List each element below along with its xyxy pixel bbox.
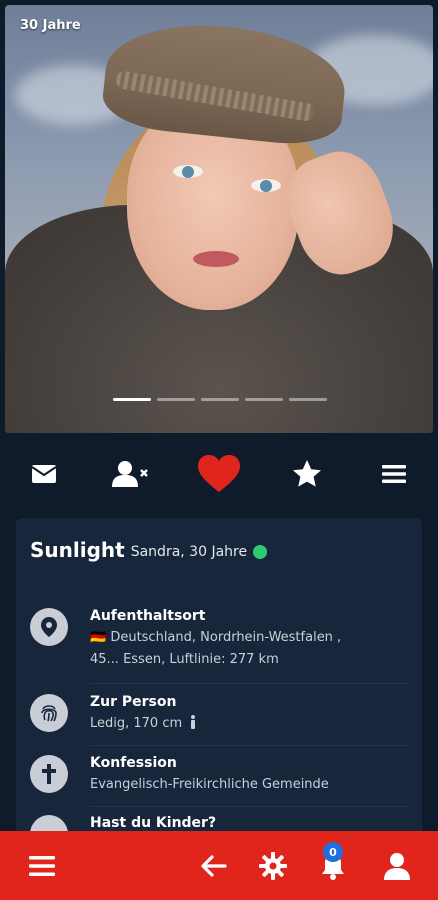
- main-menu-button[interactable]: [20, 831, 64, 900]
- notification-count-badge: 0: [323, 842, 343, 862]
- person-value: Ledig, 170 cm: [90, 716, 183, 731]
- like-button[interactable]: [194, 449, 244, 499]
- envelope-icon: [31, 465, 57, 483]
- divider: [90, 806, 408, 807]
- more-menu-button[interactable]: [369, 449, 419, 499]
- profile-subtitle: Sandra, 30 Jahre: [130, 543, 248, 560]
- settings-button[interactable]: [251, 831, 295, 900]
- gear-icon: [259, 851, 287, 880]
- confession-label: Konfession: [90, 755, 177, 771]
- profile-nickname: Sunlight: [30, 538, 125, 562]
- profile-photo[interactable]: [5, 5, 433, 433]
- remove-friend-icon: [112, 461, 149, 487]
- location-label: Aufenthaltsort: [90, 608, 206, 624]
- location-line2: 45... Essen, Luftlinie: 277 km: [90, 652, 279, 667]
- age-badge: 30 Jahre: [20, 18, 81, 33]
- location-pin-icon: [30, 608, 68, 646]
- photo-dot[interactable]: [157, 398, 195, 401]
- confession-value: Evangelisch-Freikirchliche Gemeinde: [90, 777, 329, 792]
- photo-eye: [173, 165, 203, 178]
- person-value-row: Ledig, 170 cm: [90, 713, 197, 735]
- photo-dot[interactable]: [289, 398, 327, 401]
- remove-friend-button[interactable]: [106, 449, 156, 499]
- user-icon: [384, 852, 410, 880]
- photo-dot[interactable]: [201, 398, 239, 401]
- hamburger-icon: [29, 855, 55, 876]
- bottom-navigation: [0, 831, 438, 900]
- profile-details-card: Sunlight Sandra, 30 Jahre Aufenthaltsort…: [16, 518, 422, 853]
- action-bar: [0, 445, 438, 503]
- fingerprint-icon: [30, 694, 68, 732]
- divider: [90, 745, 408, 746]
- photo-lips: [193, 251, 239, 267]
- heart-icon: [197, 455, 240, 492]
- info-confession: Konfession Evangelisch-Freikirchliche Ge…: [30, 755, 410, 796]
- profile-header: Sunlight Sandra, 30 Jahre: [30, 538, 268, 562]
- favorite-button[interactable]: [282, 449, 332, 499]
- arrow-left-icon: [201, 854, 227, 877]
- cross-icon: [30, 755, 68, 793]
- person-height-icon: [191, 715, 196, 729]
- profile-button[interactable]: [375, 831, 419, 900]
- photo-pagination: [113, 398, 327, 401]
- photo-dot[interactable]: [245, 398, 283, 401]
- info-location: Aufenthaltsort 🇩🇪 Deutschland, Nordrhein…: [30, 608, 410, 671]
- location-line1: 🇩🇪 Deutschland, Nordrhein-Westfalen ,: [90, 630, 342, 645]
- online-status-dot: [253, 544, 268, 559]
- back-button[interactable]: [192, 831, 236, 900]
- menu-icon: [382, 465, 407, 483]
- photo-dot[interactable]: [113, 398, 151, 401]
- divider: [90, 683, 408, 684]
- photo-eye: [251, 179, 281, 192]
- info-person: Zur Person Ledig, 170 cm: [30, 694, 410, 735]
- message-button[interactable]: [19, 449, 69, 499]
- person-label: Zur Person: [90, 694, 177, 710]
- children-label: Hast du Kinder?: [90, 815, 217, 831]
- star-icon: [292, 460, 321, 487]
